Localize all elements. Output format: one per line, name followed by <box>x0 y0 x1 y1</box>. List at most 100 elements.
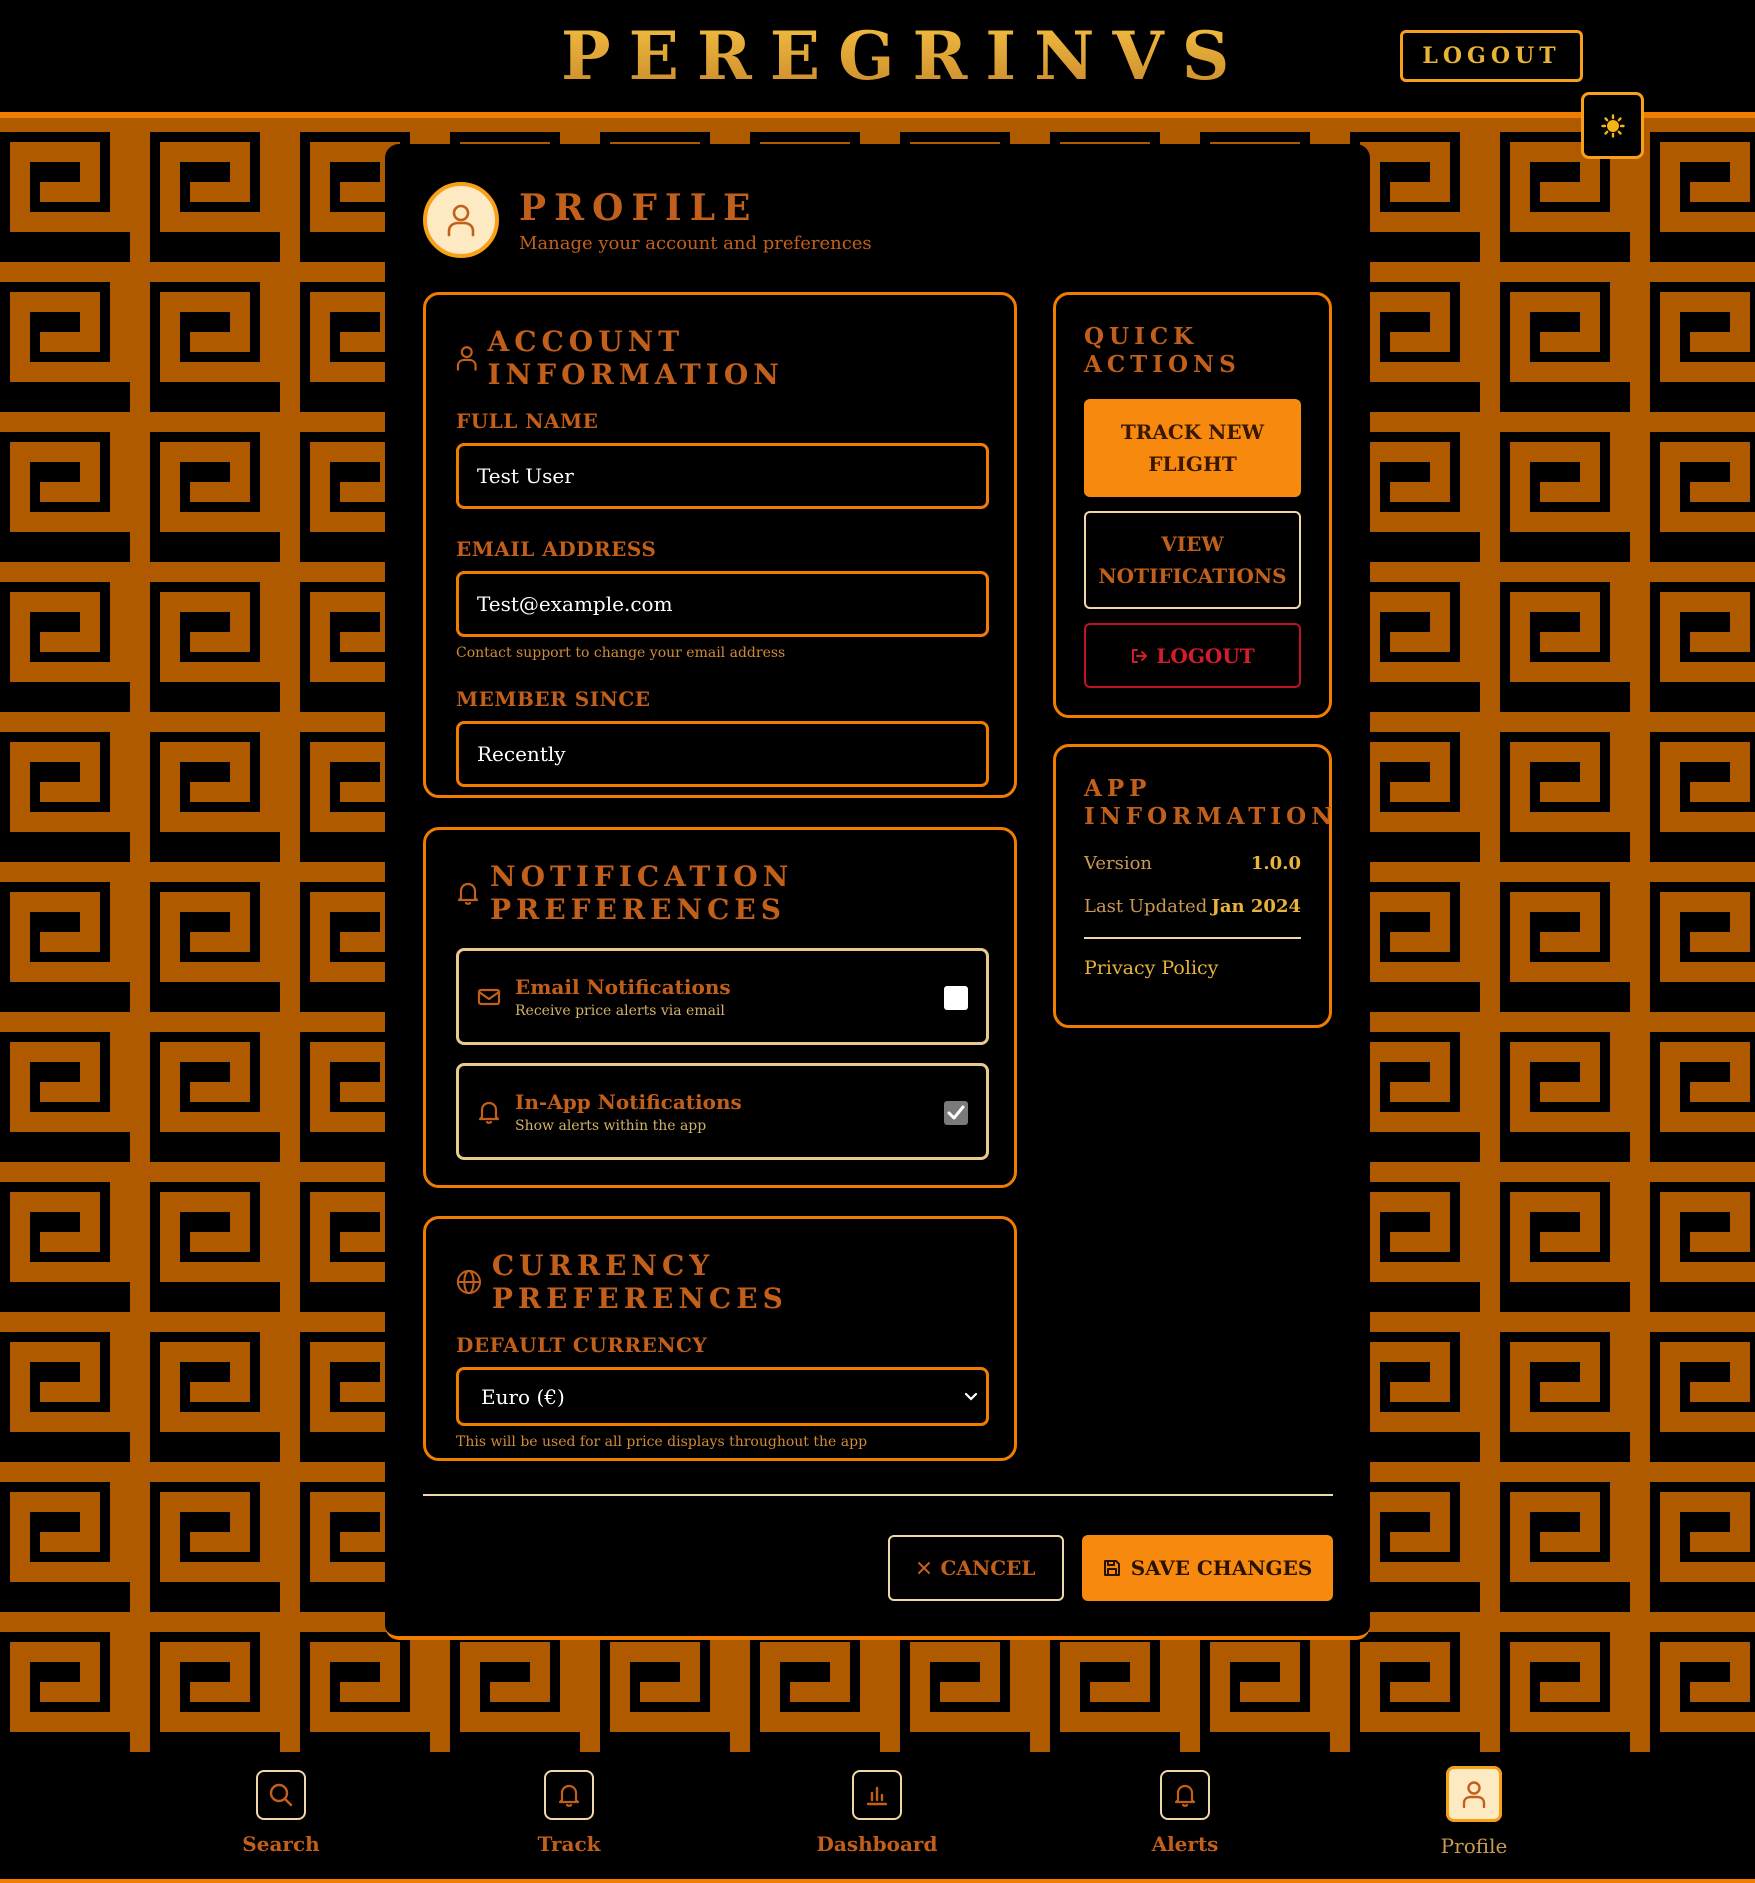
inapp-notifications-row[interactable]: In-App Notifications Show alerts within … <box>456 1063 989 1160</box>
nav-label-profile: Profile <box>1440 1834 1508 1858</box>
email-notifications-row[interactable]: Email Notifications Receive price alerts… <box>456 948 989 1045</box>
email-notifications-subtitle: Receive price alerts via email <box>515 1002 725 1019</box>
app-info-divider <box>1084 937 1301 939</box>
checkmark-icon <box>947 1105 965 1120</box>
save-icon <box>1103 1560 1120 1576</box>
header-logout-button[interactable]: LOGOUT <box>1400 30 1583 82</box>
bell-icon <box>558 1784 580 1807</box>
quick-actions-panel: QUICK ACTIONS TRACK NEW FLIGHT VIEW NOTI… <box>1053 292 1332 718</box>
save-button-label: SAVE CHANGES <box>1130 1556 1313 1580</box>
email-field[interactable]: Test@example.com <box>456 571 989 637</box>
nav-label-alerts: Alerts <box>1151 1832 1219 1856</box>
privacy-policy-link[interactable]: Privacy Policy <box>1084 957 1301 979</box>
notification-preferences-heading: NOTIFICATION PREFERENCES <box>456 860 984 926</box>
bell-icon <box>457 882 479 905</box>
profile-header: PROFILE Manage your account and preferen… <box>423 182 872 258</box>
nav-track-icon-box <box>544 1770 594 1820</box>
email-notifications-checkbox[interactable] <box>944 986 968 1010</box>
save-changes-button[interactable]: SAVE CHANGES <box>1082 1535 1333 1601</box>
chevron-down-icon <box>964 1392 978 1401</box>
notification-title-line1: NOTIFICATION <box>490 860 794 893</box>
currency-select[interactable]: Euro (€) <box>456 1367 989 1426</box>
email-label: EMAIL ADDRESS <box>456 537 657 561</box>
track-new-flight-button[interactable]: TRACK NEW FLIGHT <box>1084 399 1301 497</box>
email-notifications-title: Email Notifications <box>515 974 731 999</box>
member-since-label: MEMBER SINCE <box>456 687 651 711</box>
sun-icon <box>1600 113 1625 138</box>
app-information-title: APP INFORMATION <box>1084 775 1338 831</box>
app-info-title-line1: APP <box>1084 775 1152 802</box>
track-button-line2: FLIGHT <box>1148 452 1237 476</box>
top-header: PEREGRINVS LOGOUT <box>0 0 1755 112</box>
nav-search-icon-box <box>256 1770 306 1820</box>
last-updated-row: Last Updated Jan 2024 <box>1084 896 1301 917</box>
app-info-title-line2: INFORMATION <box>1084 803 1338 830</box>
default-currency-label: DEFAULT CURRENCY <box>456 1333 708 1357</box>
version-row: Version 1.0.0 <box>1084 853 1301 874</box>
full-name-input[interactable]: Test User <box>456 443 989 509</box>
account-information-title: ACCOUNT INFORMATION <box>487 325 784 391</box>
theme-toggle-button[interactable] <box>1581 92 1644 159</box>
avatar <box>423 182 499 258</box>
bell-icon <box>478 1101 500 1124</box>
inapp-notifications-subtitle: Show alerts within the app <box>515 1117 707 1134</box>
nav-item-dashboard[interactable]: Dashboard <box>807 1770 947 1856</box>
currency-hint: This will be used for all price displays… <box>456 1434 868 1450</box>
mail-icon <box>477 988 501 1005</box>
logout-button-label: LOGOUT <box>1156 643 1255 668</box>
full-name-label: FULL NAME <box>456 409 599 433</box>
member-since-field: Recently <box>456 721 989 787</box>
nav-profile-icon-box <box>1446 1766 1502 1822</box>
email-hint: Contact support to change your email add… <box>456 645 786 661</box>
version-label: Version <box>1084 853 1153 874</box>
currency-preferences-heading: CURRENCY PREFERENCES <box>456 1249 984 1315</box>
brand: PEREGRINVS <box>535 6 1229 106</box>
nav-label-search: Search <box>242 1832 320 1856</box>
currency-preferences-panel: CURRENCY PREFERENCES DEFAULT CURRENCY Eu… <box>423 1216 1017 1461</box>
inapp-notifications-checkbox[interactable] <box>944 1101 968 1125</box>
nav-alerts-icon-box <box>1160 1770 1210 1820</box>
view-button-line2: NOTIFICATIONS <box>1098 564 1287 588</box>
nav-item-search[interactable]: Search <box>211 1770 351 1856</box>
nav-item-alerts[interactable]: Alerts <box>1115 1770 1255 1856</box>
view-button-line1: VIEW <box>1161 532 1224 556</box>
search-icon <box>269 1783 293 1807</box>
quick-actions-title: QUICK ACTIONS <box>1084 323 1301 379</box>
quick-actions-title-line1: QUICK <box>1084 323 1199 350</box>
brand-name: PEREGRINVS <box>561 17 1248 95</box>
nav-dashboard-icon-box <box>852 1770 902 1820</box>
cancel-button[interactable]: CANCEL <box>888 1535 1064 1601</box>
nav-item-profile[interactable]: Profile <box>1404 1766 1544 1858</box>
bottom-navigation: Search Track Dashboard Alerts Profile <box>0 1752 1755 1883</box>
view-notifications-button[interactable]: VIEW NOTIFICATIONS <box>1084 511 1301 609</box>
globe-icon <box>456 1269 482 1295</box>
bell-icon <box>1174 1784 1196 1807</box>
quick-actions-title-line2: ACTIONS <box>1084 351 1241 378</box>
page-title: PROFILE <box>519 186 759 229</box>
currency-preferences-title: CURRENCY PREFERENCES <box>491 1249 788 1315</box>
page-subtitle: Manage your account and preferences <box>519 232 872 254</box>
inapp-notifications-title: In-App Notifications <box>515 1089 742 1114</box>
currency-selected-value: Euro (€) <box>481 1384 565 1409</box>
nav-label-dashboard: Dashboard <box>816 1832 938 1856</box>
notification-preferences-panel: NOTIFICATION PREFERENCES Email Notificat… <box>423 827 1017 1188</box>
track-button-line1: TRACK NEW <box>1120 420 1265 444</box>
form-footer-divider <box>423 1494 1333 1496</box>
last-updated-label: Last Updated <box>1084 896 1208 917</box>
app-information-panel: APP INFORMATION Version 1.0.0 Last Updat… <box>1053 744 1332 1028</box>
cancel-button-label: CANCEL <box>940 1556 1036 1580</box>
user-icon <box>447 204 475 237</box>
nav-label-track: Track <box>537 1832 601 1856</box>
account-information-heading: ACCOUNT INFORMATION <box>456 325 984 391</box>
nav-item-track[interactable]: Track <box>499 1770 639 1856</box>
last-updated-value: Jan 2024 <box>1211 896 1301 917</box>
user-icon <box>456 346 477 371</box>
profile-card: PROFILE Manage your account and preferen… <box>385 144 1370 1640</box>
bar-chart-icon <box>866 1786 888 1806</box>
close-icon <box>917 1562 930 1574</box>
account-information-panel: ACCOUNT INFORMATION FULL NAME Test User … <box>423 292 1017 798</box>
version-value: 1.0.0 <box>1250 853 1301 874</box>
notification-title-line2: PREFERENCES <box>490 893 786 926</box>
logout-icon <box>1132 648 1148 663</box>
logout-button[interactable]: LOGOUT <box>1084 623 1301 688</box>
